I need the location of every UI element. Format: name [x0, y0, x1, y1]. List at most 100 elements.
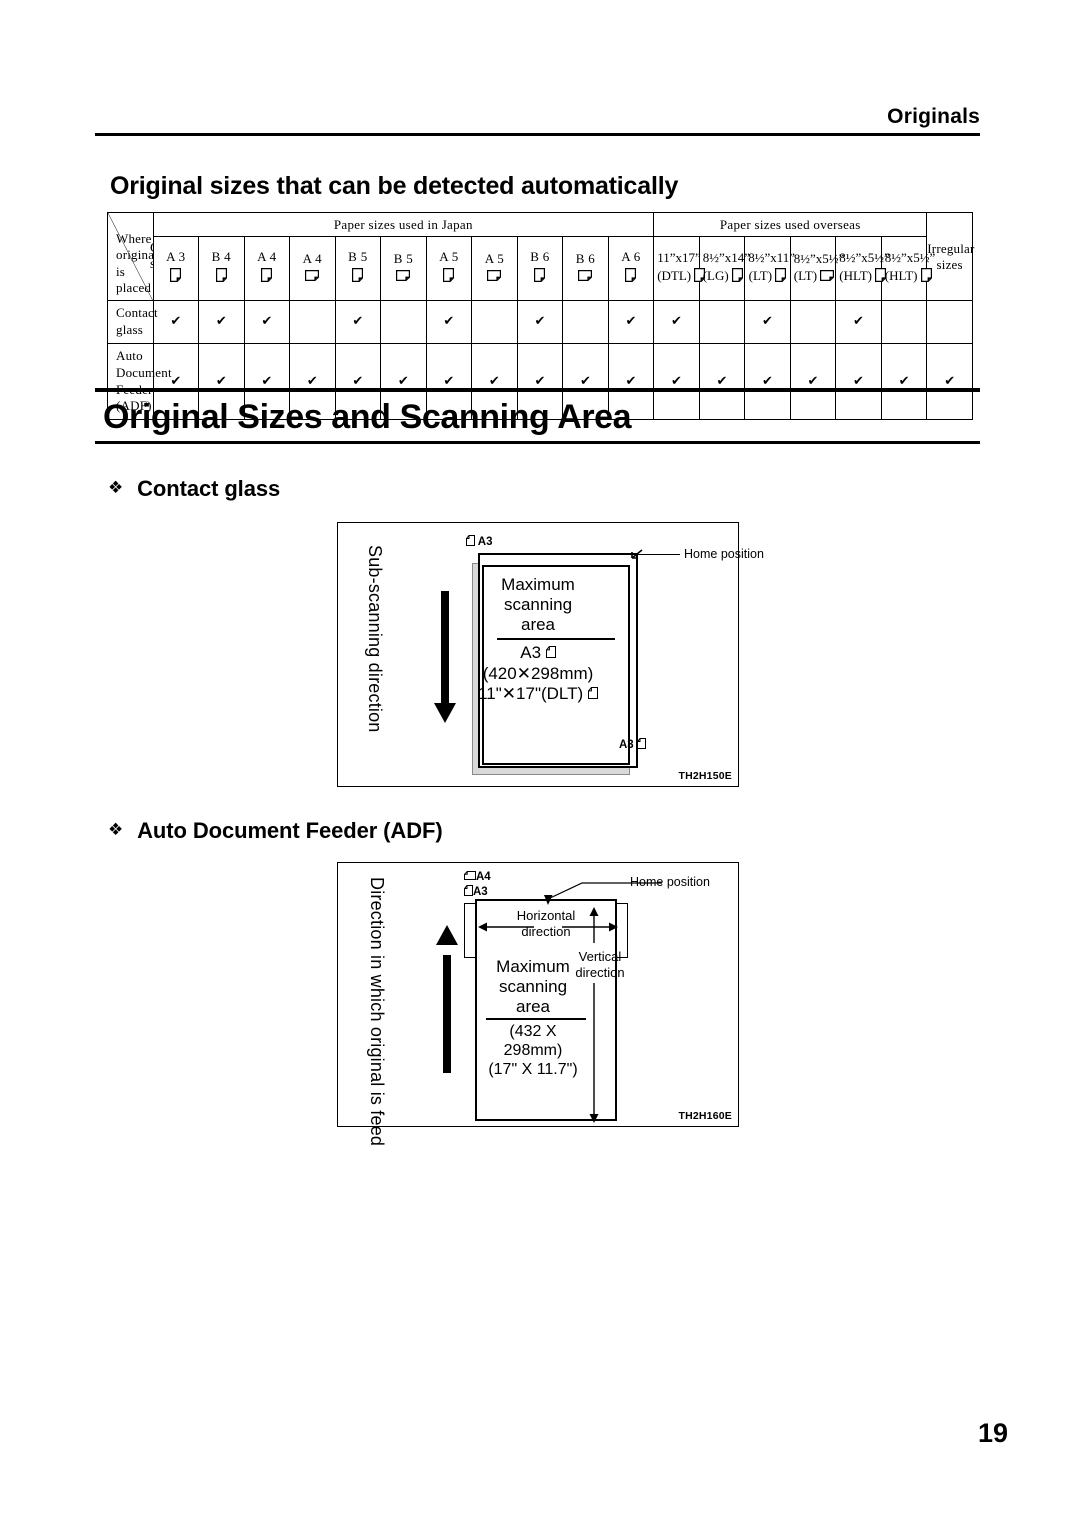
diamond-bullet-icon-2: ❖ [108, 819, 124, 840]
adf-title-line2: scanning [498, 977, 568, 997]
column-header-japan-5: B 5 [380, 236, 427, 301]
column-code-label: (LG) [703, 267, 743, 286]
figure-top-size-text: A3 [477, 536, 493, 549]
column-code-label: (LT) [794, 268, 835, 285]
empty-cell [380, 300, 427, 344]
page-number: 19 [977, 1418, 1008, 1448]
column-header-overseas-4: 8½”x5½” (HLT) [835, 236, 890, 301]
home-position-leader-line [638, 554, 680, 555]
table-size-header-row: A 3 B 4 A 4 A 4 B 5 B 5 A 5 A 5 B 6 B 6 A 6 11”x17”… [108, 236, 973, 301]
column-label: B 6 [575, 250, 596, 266]
paper-icon-portrait [427, 268, 472, 286]
figure-divider-rule [497, 638, 615, 640]
paper-icon-portrait-notch-topleft-3 [464, 885, 473, 899]
column-header-japan-0: A 3 [152, 236, 200, 301]
figure-bottom-size-text: A3 [619, 739, 634, 752]
column-header-japan-7: A 5 [471, 236, 518, 301]
diamond-bullet-icon: ❖ [108, 477, 124, 498]
column-header-japan-1: B 4 [198, 236, 245, 301]
column-label: A 4 [302, 250, 322, 266]
column-code-label: (LT) [748, 267, 787, 286]
figure-auto-document-feeder: Direction in which original is feed A4 A… [337, 862, 739, 1146]
adf-size-details: (432 X 298mm) (17" X 11.7") [478, 1023, 588, 1080]
column-size-label: 8½”x5½” [793, 250, 845, 266]
empty-cell [698, 300, 746, 344]
paper-icon-portrait [518, 268, 563, 286]
paper-icon-a3-portrait [545, 643, 556, 663]
subsection-contact-glass: ❖ Contact glass [108, 476, 280, 502]
corner-bottom-label: Where original is placed [116, 231, 152, 296]
column-size-label: 8½”x11” [748, 250, 796, 266]
check-mark-cell: ✔ [607, 300, 655, 344]
column-code-label: (HLT) [885, 267, 932, 286]
paper-icon-portrait-notch-topleft [466, 535, 475, 549]
max-scanning-area-details: A3 (420✕298mm) 11"✕17"(DLT) [338, 643, 738, 704]
figure-top-size-label: A3 [466, 535, 492, 549]
adf-detail-mm: (432 X 298mm) [503, 1023, 563, 1059]
paper-icon-portrait [609, 268, 654, 286]
column-size-label: 8½”x5½” [884, 250, 936, 266]
paper-icon-portrait [731, 267, 743, 286]
empty-cell [471, 300, 518, 344]
column-code-label: (HLT) [839, 267, 887, 286]
check-mark-cell: ✔ [198, 300, 245, 344]
subsection-contact-glass-label: Contact glass [137, 476, 281, 501]
subsection-auto-document-feeder: ❖ Auto Document Feeder (ADF) [108, 818, 443, 844]
figure-code-contact: TH2H150E [678, 770, 732, 782]
figure-size-label-a4: A4 [464, 871, 491, 883]
row-header-0: Contact glass [107, 300, 158, 344]
table-corner-cell: Original size Where original is placed [107, 212, 154, 301]
figure-size-label-a3-text: A3 [473, 886, 488, 899]
column-header-overseas-0: 11”x17” (DTL) [653, 236, 706, 301]
check-mark-cell: ✔ [243, 300, 291, 344]
figure-size-label-a3: A3 [464, 885, 488, 899]
max-scanning-area-title: Maximum scanning area [338, 575, 738, 635]
column-header-overseas-3: 8½”x5½” (LT) [789, 236, 845, 301]
paper-icon-portrait-notch-topleft-2 [636, 738, 646, 752]
empty-cell [562, 300, 609, 344]
running-header-title: Originals [887, 105, 980, 128]
column-size-label: 8½”x5½” [839, 250, 890, 266]
max-scanning-area-line3: area [520, 615, 556, 635]
empty-cell [289, 300, 336, 344]
vertical-direction-arrows [589, 907, 599, 1123]
column-label: B 5 [393, 250, 414, 266]
paper-icon-portrait [199, 268, 244, 286]
check-mark-cell: ✔ [334, 300, 382, 344]
paper-icon-landscape [290, 269, 335, 285]
max-scanning-area-line2: scanning [503, 595, 573, 615]
running-header: Originals [95, 105, 980, 136]
subheading: Original sizes that can be detected auto… [110, 172, 679, 200]
column-header-japan-9: B 6 [562, 236, 609, 301]
column-label: A 3 [166, 249, 186, 265]
column-header-japan-6: A 5 [425, 236, 473, 301]
max-scanning-area-line1: Maximum [501, 575, 575, 594]
paper-icon-landscape [563, 269, 608, 285]
check-mark-cell: ✔ [835, 300, 882, 344]
feed-direction-arrow [436, 925, 458, 1073]
column-header-overseas-2: 8½”x11” (LT) [744, 236, 796, 301]
corner-bottom-line1: Where original [116, 231, 152, 263]
detail-mm-label: (420✕298mm) [482, 663, 594, 683]
paper-icon-landscape-notch-topleft [464, 871, 476, 883]
column-header-japan-4: B 5 [334, 236, 382, 301]
adf-title-line3: area [515, 997, 551, 1017]
paper-icon-portrait [245, 268, 290, 286]
section-title-block: Original Sizes and Scanning Area [95, 388, 980, 444]
detail-a3-label: A3 [520, 643, 542, 662]
figure-contact-glass: Sub-scanning direction A3 Maximum scanni… [337, 522, 764, 787]
table-header-group-row: Original size Where original is placed P… [107, 212, 974, 301]
column-header-japan-8: B 6 [516, 236, 564, 301]
adf-divider-rule [486, 1018, 586, 1020]
column-label: A 4 [257, 249, 277, 265]
column-header-overseas-5: 8½”x5½” (HLT) [880, 236, 936, 301]
column-label: A 5 [484, 250, 505, 266]
figure-code-adf: TH2H160E [678, 1110, 732, 1122]
column-header-overseas-1: 8½”x14” (LG) [698, 236, 750, 301]
column-header-japan-3: A 4 [289, 236, 336, 301]
paper-icon-portrait [920, 267, 932, 286]
running-header-rule [95, 133, 980, 136]
check-mark-cell: ✔ [744, 300, 791, 344]
column-size-label: 11”x17” [657, 250, 701, 266]
column-label: A 6 [621, 249, 641, 265]
